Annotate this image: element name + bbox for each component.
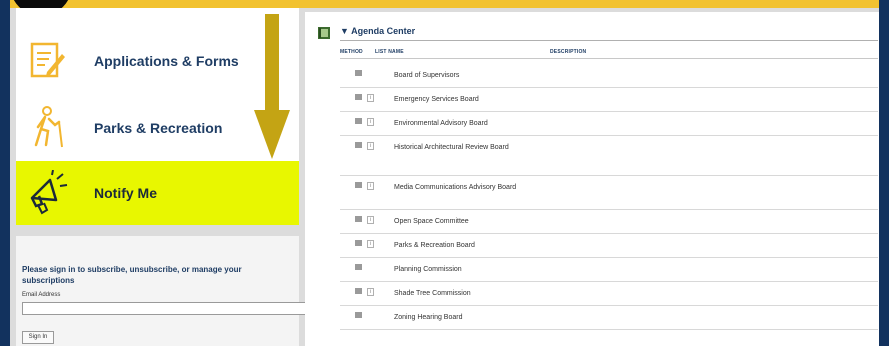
hiker-icon	[16, 105, 80, 151]
sms-icon[interactable]: i	[367, 182, 374, 190]
title-divider	[340, 40, 878, 41]
right-border	[879, 0, 889, 346]
email-icon[interactable]	[355, 94, 362, 100]
email-field[interactable]	[22, 302, 310, 315]
megaphone-icon	[16, 170, 80, 216]
nav-item-notify-me[interactable]: Notify Me	[16, 161, 299, 225]
table-row: Planning Commission	[340, 258, 878, 282]
email-icon[interactable]	[355, 216, 362, 222]
table-row: i Open Space Committee	[340, 210, 878, 234]
email-icon[interactable]	[355, 312, 362, 318]
row-divider	[340, 329, 878, 330]
top-accent-bar	[0, 0, 889, 8]
signin-panel: Please sign in to subscribe, unsubscribe…	[16, 236, 310, 346]
list-name-label: Media Communications Advisory Board	[394, 184, 517, 191]
table-row: i Historical Architectural Review Board	[340, 136, 878, 176]
table-row: i Shade Tree Commission	[340, 282, 878, 306]
table-row: i Parks & Recreation Board	[340, 234, 878, 258]
signin-message: Please sign in to subscribe, unsubscribe…	[22, 265, 242, 285]
table-row: i Emergency Services Board	[340, 88, 878, 112]
column-header-method: METHOD	[340, 49, 363, 55]
list-name-label: Planning Commission	[394, 266, 462, 273]
email-label: Email Address	[22, 292, 61, 298]
list-name-label: Board of Supervisors	[394, 72, 460, 79]
agenda-center-panel: ▼ Agenda Center METHOD LIST NAME DESCRIP…	[305, 12, 879, 346]
sms-icon[interactable]: i	[367, 142, 374, 150]
sms-icon[interactable]: i	[367, 288, 374, 296]
list-name-label: Zoning Hearing Board	[394, 314, 463, 321]
list-name-label: Emergency Services Board	[394, 96, 479, 103]
nav-label-applications-forms: Applications & Forms	[94, 53, 239, 69]
sms-icon[interactable]: i	[367, 216, 374, 224]
list-name-label: Historical Architectural Review Board	[394, 144, 509, 151]
email-icon[interactable]	[355, 240, 362, 246]
nav-label-parks-recreation: Parks & Recreation	[94, 120, 223, 136]
header-divider	[340, 58, 878, 59]
sms-icon[interactable]: i	[367, 118, 374, 126]
sms-icon[interactable]: i	[367, 240, 374, 248]
table-row: Zoning Hearing Board	[340, 306, 878, 330]
nav-label-notify-me: Notify Me	[94, 185, 157, 201]
agenda-book-icon[interactable]	[317, 26, 331, 45]
list-name-label: Parks & Recreation Board	[394, 242, 475, 249]
email-icon[interactable]	[355, 288, 362, 294]
list-name-label: Environmental Advisory Board	[394, 120, 488, 127]
sms-icon[interactable]: i	[367, 94, 374, 102]
email-icon[interactable]	[355, 70, 362, 76]
email-icon[interactable]	[355, 264, 362, 270]
sign-in-button[interactable]: Sign In	[22, 331, 54, 344]
column-header-description: DESCRIPTION	[550, 49, 587, 55]
table-row: i Environmental Advisory Board	[340, 112, 878, 136]
list-name-label: Shade Tree Commission	[394, 290, 471, 297]
table-row: i Media Communications Advisory Board	[340, 176, 878, 210]
left-border	[0, 0, 10, 346]
table-row: Board of Supervisors	[340, 64, 878, 88]
email-icon[interactable]	[355, 142, 362, 148]
column-header-list-name: LIST NAME	[375, 49, 404, 55]
email-icon[interactable]	[355, 118, 362, 124]
list-name-label: Open Space Committee	[394, 218, 469, 225]
down-arrow-icon	[254, 14, 290, 159]
email-icon[interactable]	[355, 182, 362, 188]
agenda-center-title[interactable]: ▼ Agenda Center	[340, 26, 415, 36]
document-edit-icon	[16, 39, 80, 83]
